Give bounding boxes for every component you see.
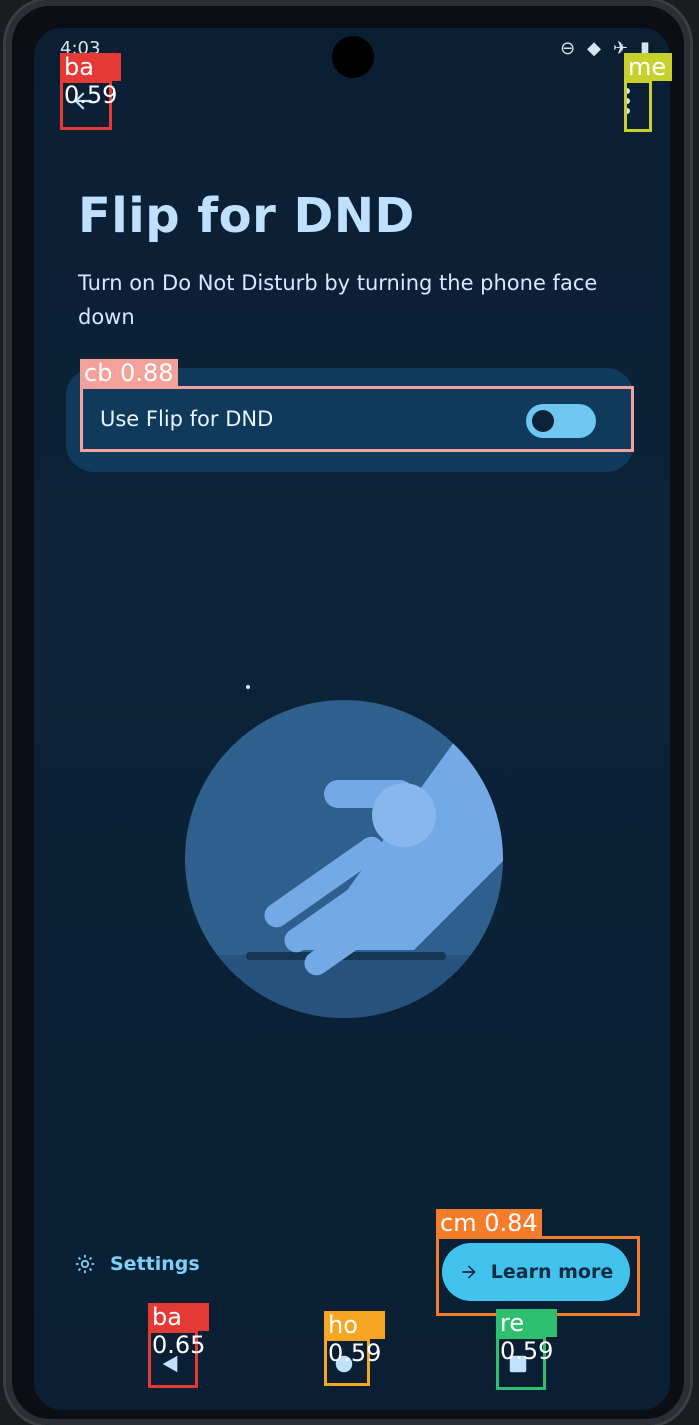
settings-label: Settings <box>110 1253 200 1275</box>
flip-illustration <box>185 700 503 1018</box>
arrow-right-icon <box>462 1265 476 1279</box>
switch-thumb <box>532 410 554 432</box>
square-recents-icon <box>509 1355 527 1373</box>
nav-back-button[interactable] <box>148 1342 192 1386</box>
toggle-label: Use Flip for DND <box>100 407 274 431</box>
arrow-left-icon <box>74 92 92 110</box>
battery-icon: ▮ <box>640 38 650 59</box>
navigation-bar <box>34 1320 670 1410</box>
back-button[interactable] <box>62 80 104 122</box>
front-camera <box>332 36 374 78</box>
learn-more-label: Learn more <box>490 1261 614 1283</box>
wifi-icon: ◆ <box>587 38 601 59</box>
page-title: Flip for DND <box>78 188 415 244</box>
dnd-icon: ⊖ <box>560 38 576 59</box>
circle-home-icon <box>335 1355 353 1373</box>
more-vert-icon <box>624 88 630 114</box>
gear-icon <box>75 1254 95 1274</box>
airplane-icon: ✈ <box>613 38 629 59</box>
status-time: 4:03 <box>60 38 101 59</box>
page-subtitle: Turn on Do Not Disturb by turning the ph… <box>78 271 598 329</box>
triangle-back-icon <box>162 1355 178 1373</box>
toggle-card[interactable]: Use Flip for DND <box>66 368 634 472</box>
nav-home-button[interactable] <box>322 1342 366 1386</box>
use-flip-switch[interactable] <box>526 404 596 438</box>
screen: 4:03 ⊖ ◆ ✈ ▮ Flip for DND Turn on Do Not… <box>34 28 670 1410</box>
learn-more-button[interactable]: Learn more <box>442 1243 630 1301</box>
more-options-button[interactable] <box>606 80 648 122</box>
decorative-dot <box>246 685 250 689</box>
nav-recents-button[interactable] <box>496 1342 540 1386</box>
settings-link[interactable]: Settings <box>74 1253 200 1275</box>
status-icons: ⊖ ◆ ✈ ▮ <box>560 38 650 59</box>
